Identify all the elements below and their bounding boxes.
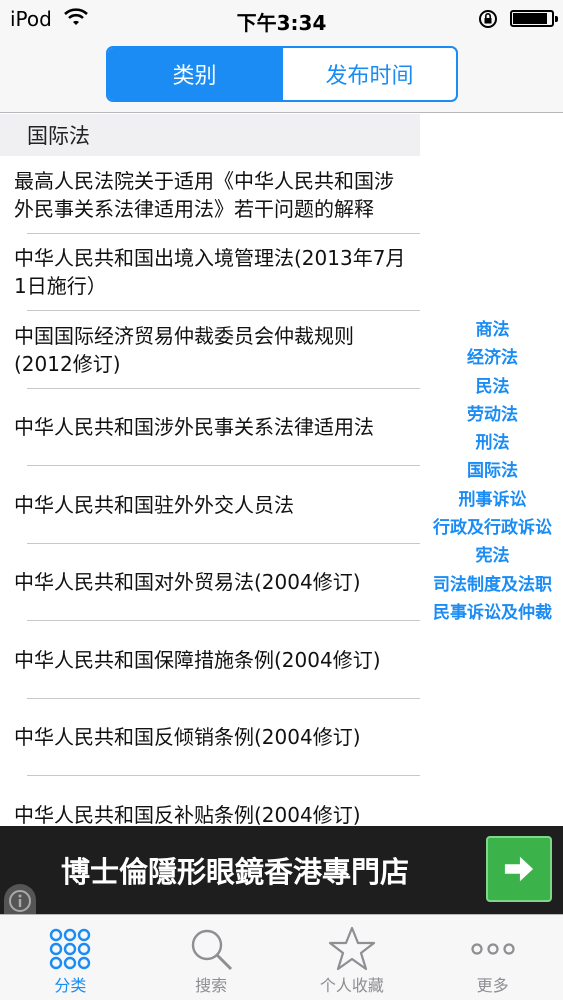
grid-icon bbox=[50, 928, 91, 970]
more-icon bbox=[471, 943, 515, 955]
index-item[interactable]: 司法制度及法职 bbox=[433, 571, 552, 599]
ad-text: 博士倫隱形眼鏡香港專門店 bbox=[60, 855, 409, 889]
tab-more[interactable]: 更多 bbox=[422, 915, 563, 1000]
tab-bar: 分类 搜索 个人收藏 更多 bbox=[0, 914, 563, 1000]
tab-label: 分类 bbox=[54, 976, 87, 995]
index-item[interactable]: 民事诉讼及仲裁 bbox=[433, 599, 552, 627]
list-item[interactable]: 中华人民共和国出境入境管理法(2013年7月1日施行） bbox=[0, 234, 420, 312]
list-item-title: 中华人民共和国涉外民事关系法律适用法 bbox=[14, 415, 374, 440]
tab-label: 个人收藏 bbox=[319, 976, 384, 995]
info-icon bbox=[9, 890, 31, 912]
list-item-title: 中国国际经济贸易仲裁委员会仲裁规则(2012修订) bbox=[14, 323, 354, 376]
list-item-title: 最高人民法院关于适用《中华人民共和国涉外民事关系法律适用法》若干问题的解释 bbox=[14, 168, 394, 221]
battery-icon bbox=[510, 10, 558, 27]
list-item-title: 中华人民共和国保障措施条例(2004修订) bbox=[14, 647, 381, 672]
ad-arrow-button[interactable] bbox=[486, 836, 552, 902]
list-item-title: 中华人民共和国出境入境管理法(2013年7月1日施行） bbox=[14, 246, 406, 299]
list-item[interactable]: 中华人民共和国反补贴条例(2004修订) bbox=[0, 776, 420, 826]
list-item[interactable]: 中国国际经济贸易仲裁委员会仲裁规则(2012修订) bbox=[0, 311, 420, 389]
search-icon bbox=[191, 929, 233, 971]
tab-favorites[interactable]: 个人收藏 bbox=[282, 915, 423, 1000]
index-item[interactable]: 宪法 bbox=[476, 542, 510, 570]
list-rows: 最高人民法院关于适用《中华人民共和国涉外民事关系法律适用法》若干问题的解释 中华人… bbox=[0, 156, 420, 826]
law-list: 国际法 最高人民法院关于适用《中华人民共和国涉外民事关系法律适用法》若干问题的解… bbox=[0, 114, 420, 826]
section-header: 国际法 bbox=[0, 114, 420, 156]
list-item[interactable]: 中华人民共和国对外贸易法(2004修订) bbox=[0, 544, 420, 622]
index-item[interactable]: 国际法 bbox=[467, 457, 518, 485]
list-item-title: 中华人民共和国对外贸易法(2004修订) bbox=[14, 570, 361, 595]
battery-fill bbox=[513, 13, 547, 24]
list-item[interactable]: 中华人民共和国涉外民事关系法律适用法 bbox=[0, 389, 420, 467]
status-bar: iPod 下午3:34 bbox=[0, 0, 563, 38]
segment-category[interactable]: 类别 bbox=[108, 48, 281, 100]
list-item-title: 中华人民共和国反补贴条例(2004修订) bbox=[14, 802, 361, 826]
index-item[interactable]: 民法 bbox=[476, 373, 510, 401]
list-item[interactable]: 中华人民共和国驻外外交人员法 bbox=[0, 466, 420, 544]
tab-label: 搜索 bbox=[195, 976, 228, 995]
category-index: 商法 经济法 民法 劳动法 刑法 国际法 刑事诉讼 行政及行政诉讼 宪法 司法制度及法职 民事诉讼及… bbox=[422, 316, 563, 627]
index-item[interactable]: 经济法 bbox=[467, 344, 518, 372]
arrow-right-icon bbox=[504, 856, 534, 882]
segment-publish-time[interactable]: 发布时间 bbox=[281, 48, 456, 100]
index-item[interactable]: 商法 bbox=[476, 316, 510, 344]
rotation-lock-icon bbox=[479, 10, 497, 28]
list-item-title: 中华人民共和国反倾销条例(2004修订) bbox=[14, 725, 361, 750]
index-item[interactable]: 行政及行政诉讼 bbox=[433, 514, 552, 542]
list-item[interactable]: 中华人民共和国保障措施条例(2004修订) bbox=[0, 621, 420, 699]
index-item[interactable]: 刑事诉讼 bbox=[459, 486, 527, 514]
list-item[interactable]: 中华人民共和国反倾销条例(2004修订) bbox=[0, 699, 420, 777]
navigation-bar: 类别 发布时间 bbox=[0, 38, 563, 113]
ad-banner[interactable]: 博士倫隱形眼鏡香港專門店 bbox=[0, 826, 563, 914]
sort-segmented-control: 类别 发布时间 bbox=[106, 46, 458, 102]
index-item[interactable]: 劳动法 bbox=[467, 401, 518, 429]
ad-info-button[interactable] bbox=[4, 884, 36, 914]
list-item[interactable]: 最高人民法院关于适用《中华人民共和国涉外民事关系法律适用法》若干问题的解释 bbox=[0, 156, 420, 234]
star-icon bbox=[328, 926, 375, 971]
index-item[interactable]: 刑法 bbox=[476, 429, 510, 457]
tab-category[interactable]: 分类 bbox=[0, 915, 141, 1000]
tab-label: 更多 bbox=[476, 976, 509, 995]
list-item-title: 中华人民共和国驻外外交人员法 bbox=[14, 492, 294, 517]
tab-search[interactable]: 搜索 bbox=[141, 915, 282, 1000]
